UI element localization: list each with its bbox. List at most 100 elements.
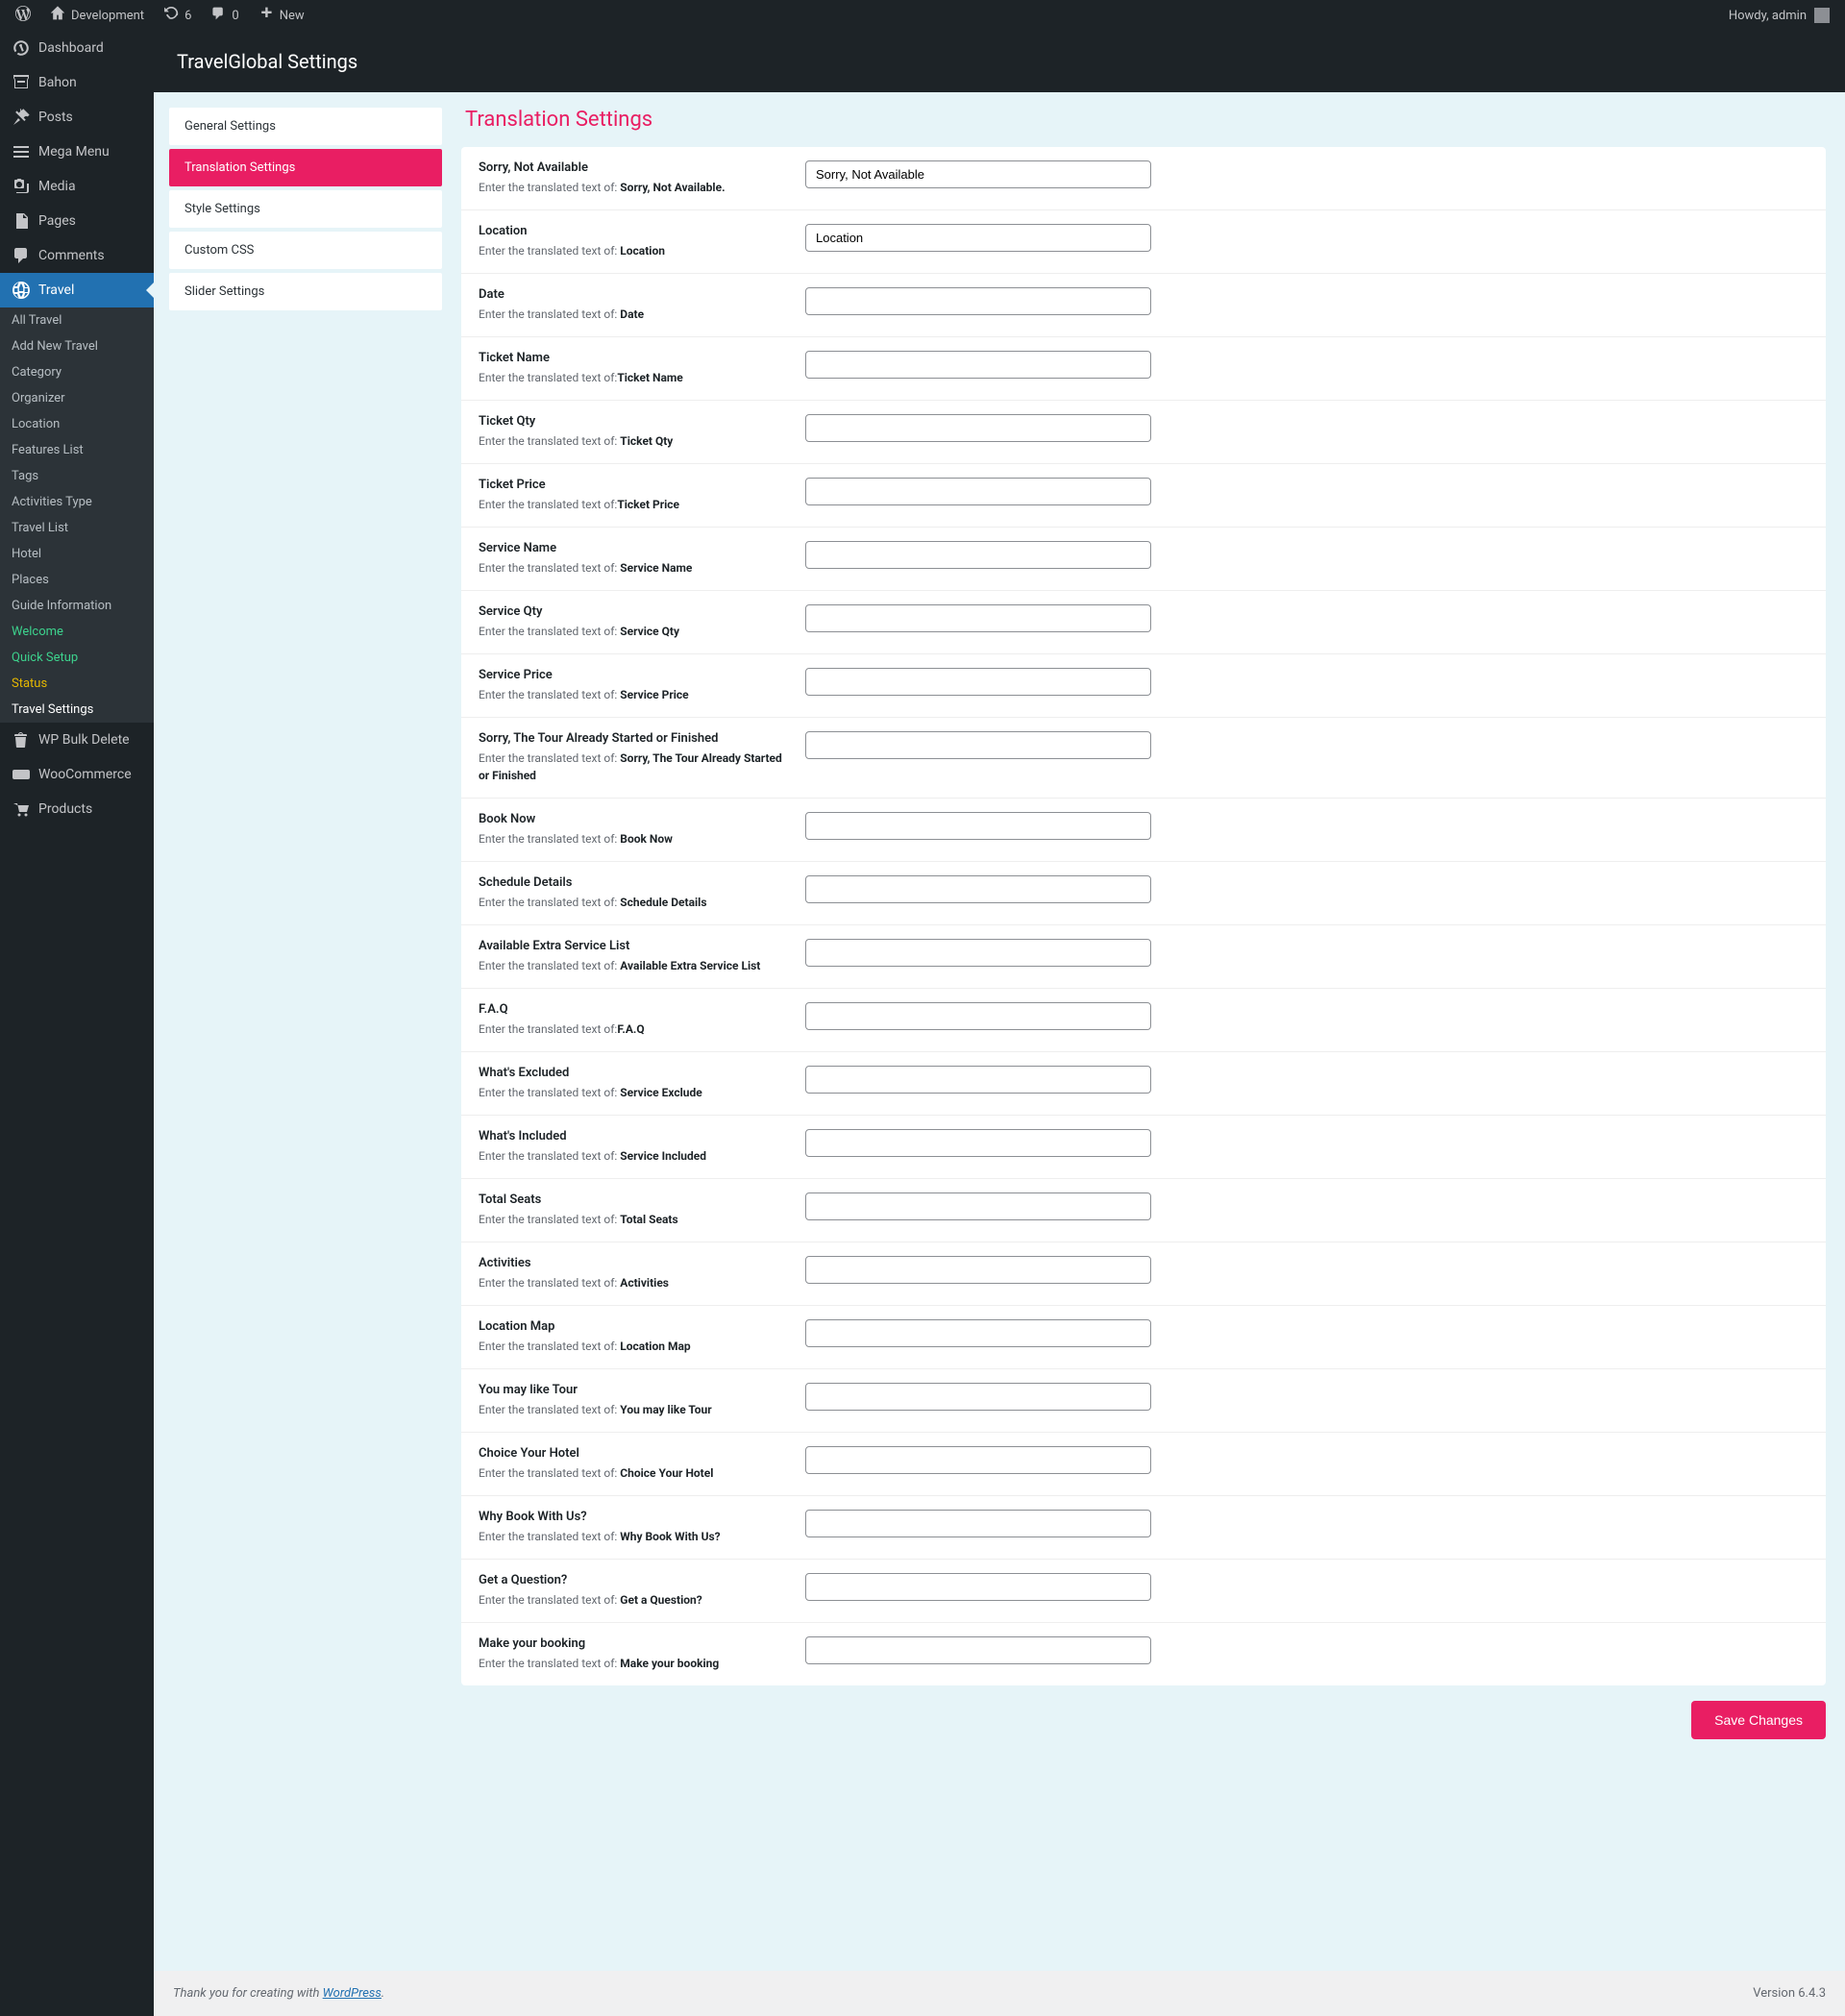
tab-translation-settings[interactable]: Translation Settings: [169, 149, 442, 186]
sidebar-item-dashboard[interactable]: Dashboard: [0, 31, 154, 65]
tab-slider-settings[interactable]: Slider Settings: [169, 273, 442, 310]
field-description: Enter the translated text of: Schedule D…: [479, 894, 790, 911]
translation-input[interactable]: [805, 160, 1151, 188]
site-name-link[interactable]: Development: [42, 0, 152, 31]
submenu-item-travel-list[interactable]: Travel List: [0, 515, 154, 541]
translation-input[interactable]: [805, 731, 1151, 759]
avatar: [1814, 8, 1830, 23]
sidebar-item-comments[interactable]: Comments: [0, 238, 154, 273]
field-title: Schedule Details: [479, 875, 790, 890]
sidebar-item-label: Pages: [38, 213, 76, 229]
updates-link[interactable]: 6: [156, 0, 199, 31]
sidebar-item-wp-bulk-delete[interactable]: WP Bulk Delete: [0, 723, 154, 757]
translation-input[interactable]: [805, 1129, 1151, 1157]
field-description: Enter the translated text of:Ticket Name: [479, 369, 790, 386]
field-title: Location: [479, 224, 790, 238]
sidebar-item-bahon[interactable]: Bahon: [0, 65, 154, 100]
submenu-item-places[interactable]: Places: [0, 567, 154, 593]
translation-input[interactable]: [805, 1066, 1151, 1094]
field-label: F.A.QEnter the translated text of:F.A.Q: [479, 1002, 805, 1038]
translation-input[interactable]: [805, 604, 1151, 632]
translation-input[interactable]: [805, 668, 1151, 696]
field-label: Book NowEnter the translated text of: Bo…: [479, 812, 805, 848]
sidebar-item-products[interactable]: Products: [0, 792, 154, 826]
submenu-item-hotel[interactable]: Hotel: [0, 541, 154, 567]
wordpress-link[interactable]: WordPress: [323, 1986, 381, 2001]
field-row: What's ExcludedEnter the translated text…: [461, 1052, 1826, 1116]
translation-input[interactable]: [805, 287, 1151, 315]
sidebar-item-pages[interactable]: Pages: [0, 204, 154, 238]
field-title: Ticket Qty: [479, 414, 790, 429]
field-row: Get a Question?Enter the translated text…: [461, 1560, 1826, 1623]
submenu-item-all-travel[interactable]: All Travel: [0, 307, 154, 333]
field-row: Ticket PriceEnter the translated text of…: [461, 464, 1826, 528]
translation-input[interactable]: [805, 1573, 1151, 1601]
field-row: ActivitiesEnter the translated text of: …: [461, 1242, 1826, 1306]
settings-section: Sorry, Not AvailableEnter the translated…: [461, 147, 1826, 1685]
field-title: Location Map: [479, 1319, 790, 1334]
submenu-item-travel-settings[interactable]: Travel Settings: [0, 697, 154, 723]
submenu-item-features-list[interactable]: Features List: [0, 437, 154, 463]
field-description: Enter the translated text of:Ticket Pric…: [479, 496, 790, 513]
admin-sidebar: DashboardBahonPostsMega MenuMedia Pages Co…: [0, 31, 154, 2016]
comments-link[interactable]: 0: [203, 0, 246, 31]
tab-custom-css[interactable]: Custom CSS: [169, 232, 442, 269]
field-label: ActivitiesEnter the translated text of: …: [479, 1256, 805, 1291]
translation-input[interactable]: [805, 875, 1151, 903]
field-row: Choice Your HotelEnter the translated te…: [461, 1433, 1826, 1496]
field-label: Location MapEnter the translated text of…: [479, 1319, 805, 1355]
pages-icon: [12, 211, 31, 231]
translation-input[interactable]: [805, 541, 1151, 569]
field-row: Sorry, The Tour Already Started or Finis…: [461, 718, 1826, 799]
sidebar-item-media[interactable]: Media: [0, 169, 154, 204]
translation-input[interactable]: [805, 351, 1151, 379]
translation-input[interactable]: [805, 1002, 1151, 1030]
admin-bar-right[interactable]: Howdy, admin: [1729, 8, 1837, 23]
translation-input[interactable]: [805, 478, 1151, 505]
translation-input[interactable]: [805, 1383, 1151, 1411]
field-title: Make your booking: [479, 1636, 790, 1651]
submenu-item-add-new-travel[interactable]: Add New Travel: [0, 333, 154, 359]
home-icon: [50, 6, 65, 25]
admin-bar: Development 6 0 New Howdy, admin: [0, 0, 1845, 31]
new-link[interactable]: New: [251, 0, 312, 31]
translation-input[interactable]: [805, 1510, 1151, 1537]
field-description: Enter the translated text of: Get a Ques…: [479, 1591, 790, 1609]
save-button[interactable]: Save Changes: [1691, 1701, 1826, 1739]
submenu-item-location[interactable]: Location: [0, 411, 154, 437]
field-label: What's IncludedEnter the translated text…: [479, 1129, 805, 1165]
field-title: Available Extra Service List: [479, 939, 790, 953]
wp-logo[interactable]: [8, 0, 38, 31]
woo-icon: [12, 765, 31, 784]
translation-input[interactable]: [805, 224, 1151, 252]
translation-input[interactable]: [805, 1446, 1151, 1474]
translation-input[interactable]: [805, 1319, 1151, 1347]
translation-input[interactable]: [805, 1636, 1151, 1664]
submenu-item-status[interactable]: Status: [0, 671, 154, 697]
site-name: Development: [71, 9, 144, 23]
submenu-item-organizer[interactable]: Organizer: [0, 385, 154, 411]
field-description: Enter the translated text of: Activities: [479, 1274, 790, 1291]
submenu-item-activities-type[interactable]: Activities Type: [0, 489, 154, 515]
submenu-item-guide-information[interactable]: Guide Information: [0, 593, 154, 619]
translation-input[interactable]: [805, 1256, 1151, 1284]
comments-icon: [12, 246, 31, 265]
sidebar-item-posts[interactable]: Posts: [0, 100, 154, 135]
submenu-item-tags[interactable]: Tags: [0, 463, 154, 489]
tab-general-settings[interactable]: General Settings: [169, 108, 442, 145]
submenu-item-welcome[interactable]: Welcome: [0, 619, 154, 645]
sidebar-item-mega-menu[interactable]: Mega Menu: [0, 135, 154, 169]
translation-input[interactable]: [805, 414, 1151, 442]
field-label: Sorry, Not AvailableEnter the translated…: [479, 160, 805, 196]
translation-input[interactable]: [805, 812, 1151, 840]
tab-style-settings[interactable]: Style Settings: [169, 190, 442, 228]
field-row: Service NameEnter the translated text of…: [461, 528, 1826, 591]
translation-input[interactable]: [805, 1192, 1151, 1220]
field-title: Total Seats: [479, 1192, 790, 1207]
submenu-item-quick-setup[interactable]: Quick Setup: [0, 645, 154, 671]
translation-input[interactable]: [805, 939, 1151, 967]
submenu-item-category[interactable]: Category: [0, 359, 154, 385]
sidebar-item-woocommerce[interactable]: WooCommerce: [0, 757, 154, 792]
sidebar-item-travel[interactable]: Travel: [0, 273, 154, 307]
field-description: Enter the translated text of: Choice You…: [479, 1464, 790, 1482]
